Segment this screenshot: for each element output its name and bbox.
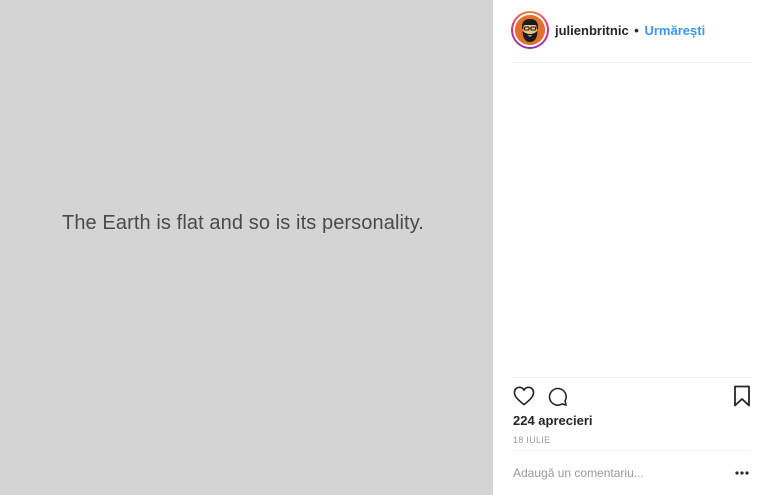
likes-count[interactable]: 224 aprecieri [513, 413, 593, 428]
actions-divider [513, 377, 751, 378]
post-side-panel: julienbritnic • Urmărești 224 aprecieri … [493, 0, 768, 495]
post-header-text: julienbritnic • Urmărești [555, 23, 705, 38]
header-divider [513, 62, 751, 63]
comment-icon [548, 387, 567, 406]
like-button[interactable] [512, 384, 536, 408]
post-header: julienbritnic • Urmărești [493, 0, 768, 63]
post-media-text: The Earth is flat and so is its personal… [62, 212, 424, 234]
post-date[interactable]: 18 IULIE [513, 435, 550, 445]
bookmark-icon [734, 385, 750, 407]
post-view: The Earth is flat and so is its personal… [0, 0, 768, 495]
comment-button[interactable] [545, 384, 569, 408]
post-media[interactable]: The Earth is flat and so is its personal… [0, 0, 493, 495]
avatar-story-ring[interactable] [511, 11, 549, 49]
save-button[interactable] [730, 384, 754, 408]
comment-input[interactable] [513, 459, 718, 487]
bearded-man-avatar-icon [515, 15, 545, 45]
comment-row [493, 451, 768, 495]
more-options-button[interactable] [734, 463, 750, 483]
header-separator: • [634, 23, 639, 38]
username-link[interactable]: julienbritnic [555, 23, 629, 38]
ellipsis-icon [735, 471, 749, 475]
post-actions [493, 384, 768, 410]
heart-icon [513, 386, 535, 406]
following-button[interactable]: Urmărești [644, 23, 705, 38]
avatar [515, 15, 545, 45]
